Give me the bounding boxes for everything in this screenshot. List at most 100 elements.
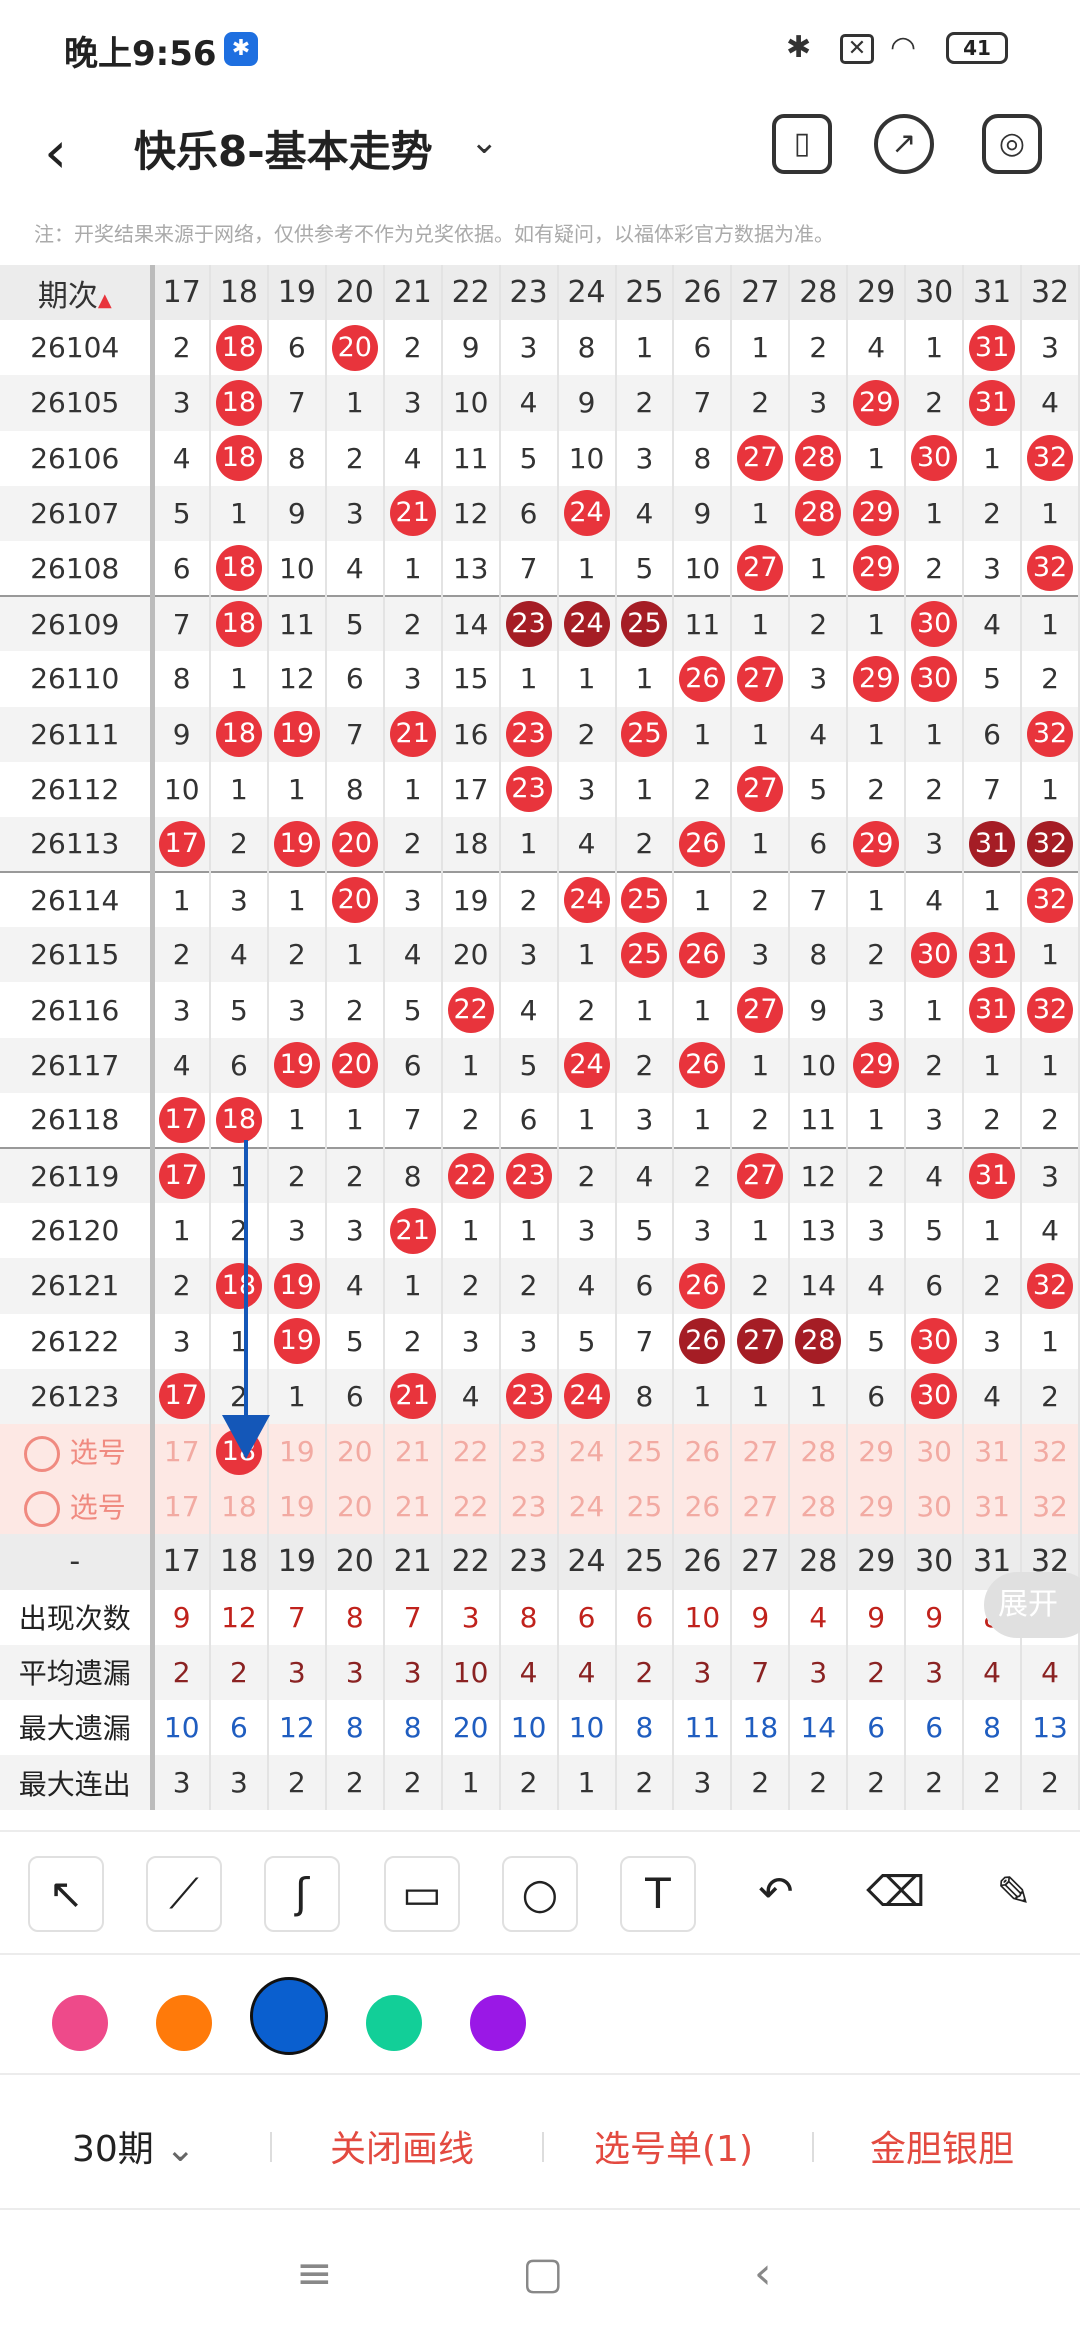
pick-cell[interactable]: 28	[789, 1479, 849, 1535]
stat-value: 6	[209, 1699, 269, 1756]
pick-label-cell[interactable]: 选号	[0, 1479, 155, 1535]
rect-tool-icon[interactable]: ▭	[384, 1856, 460, 1932]
hit-ball: 27	[737, 655, 784, 702]
pick-cell[interactable]: 29	[847, 1423, 907, 1480]
pick-cell[interactable]: 32	[1021, 1423, 1080, 1480]
radio-circle-icon[interactable]	[23, 1491, 60, 1528]
pick-cell[interactable]: 31	[963, 1423, 1023, 1480]
pick-cell[interactable]: 17	[152, 1479, 211, 1535]
cell-miss: 7	[963, 761, 1023, 817]
chevron-down-icon[interactable]: ⌄	[470, 122, 499, 162]
cell-miss: 3	[152, 375, 211, 431]
cell-miss: 1	[209, 485, 269, 541]
eraser-icon[interactable]: ⌫	[858, 1856, 934, 1932]
pick-cell[interactable]: 25	[615, 1479, 675, 1535]
page-title[interactable]: 快乐8-基本走势	[134, 118, 433, 179]
settings-icon[interactable]: ◎	[982, 114, 1042, 174]
pick-cell[interactable]: 21	[383, 1479, 443, 1535]
text-tool-icon[interactable]: T	[620, 1856, 696, 1932]
pick-cell[interactable]: 27	[731, 1479, 791, 1535]
issue-number: 26117	[0, 1037, 155, 1093]
pick-cell[interactable]: 25	[615, 1423, 675, 1480]
menu-icon[interactable]: ≡	[296, 2248, 333, 2299]
cell-miss: 2	[557, 982, 617, 1038]
cell-miss: 5	[905, 1203, 965, 1259]
period-select[interactable]: 30期 ⌄	[72, 2120, 195, 2172]
stat-value: 8	[963, 1699, 1023, 1756]
cell-hit: 18	[209, 375, 269, 431]
cell-miss: 1	[557, 927, 617, 983]
pick-cell[interactable]: 27	[731, 1423, 791, 1480]
issue-header[interactable]: 期次▲	[0, 265, 155, 321]
pick-label-cell[interactable]: 选号	[0, 1423, 155, 1480]
pick-cell[interactable]: 19	[267, 1479, 327, 1535]
color-swatch-selected[interactable]	[250, 1977, 328, 2055]
cell-hit: 29	[847, 375, 907, 431]
color-swatch[interactable]	[52, 1995, 108, 2051]
stat-value: 2	[789, 1755, 849, 1811]
pick-cell[interactable]: 19	[267, 1423, 327, 1480]
pick-cell[interactable]: 28	[789, 1423, 849, 1480]
close-draw-button[interactable]: 关闭画线	[330, 2120, 474, 2172]
undo-icon[interactable]: ↶	[738, 1856, 814, 1932]
pick-cell[interactable]: 22	[441, 1479, 501, 1535]
pick-cell[interactable]: 20	[325, 1423, 385, 1480]
cell-miss: 3	[267, 1203, 327, 1259]
pick-cell[interactable]: 18	[209, 1479, 269, 1535]
device-icon[interactable]: ▯	[772, 114, 832, 174]
pick-cell[interactable]: 17	[152, 1423, 211, 1480]
trend-table: 期次▲ 17 18 19 20 21 22 23 24 25 26 27 28 29 30 31 32 261…	[0, 265, 1080, 1811]
color-swatch[interactable]	[366, 1995, 422, 2051]
pick-cell[interactable]: 31	[963, 1479, 1023, 1535]
pick-list-button[interactable]: 选号单(1)	[594, 2120, 753, 2172]
cell-miss: 20	[441, 927, 501, 983]
cell-miss: 2	[1021, 1368, 1080, 1424]
cell-hit: 18	[209, 540, 269, 597]
pick-cell[interactable]: 23	[499, 1423, 559, 1480]
line-tool-icon[interactable]: ⟋	[146, 1856, 222, 1932]
cell-miss: 5	[383, 982, 443, 1038]
cell-hit: 17	[152, 1146, 211, 1204]
stat-value: 4	[1021, 1644, 1080, 1700]
back-icon[interactable]: ‹	[44, 118, 67, 186]
cell-hit: 31	[963, 982, 1023, 1038]
cell-miss: 2	[209, 816, 269, 873]
arrow-tool-icon[interactable]: ↖	[28, 1856, 104, 1932]
pick-cell[interactable]: 23	[499, 1479, 559, 1535]
stat-value: 2	[209, 1644, 269, 1700]
cell-miss: 13	[441, 540, 501, 597]
stat-value: 4	[963, 1644, 1023, 1700]
pick-cell[interactable]: 29	[847, 1479, 907, 1535]
pick-cell[interactable]: 22	[441, 1423, 501, 1480]
radio-circle-icon[interactable]	[23, 1436, 60, 1473]
cell-miss: 3	[499, 1313, 559, 1369]
home-icon[interactable]: ▢	[522, 2248, 564, 2299]
cell-hit: 25	[615, 706, 675, 762]
circle-tool-icon[interactable]: ○	[502, 1856, 578, 1932]
pick-cell[interactable]: 26	[673, 1479, 733, 1535]
pick-cell[interactable]: 30	[905, 1479, 965, 1535]
pick-cell[interactable]: 26	[673, 1423, 733, 1480]
system-nav-bar: ≡ ▢ ‹	[0, 2210, 1080, 2340]
clear-brush-icon[interactable]: ✎	[976, 1856, 1052, 1932]
cell-hit: 29	[847, 540, 907, 597]
back-nav-icon[interactable]: ‹	[754, 2248, 772, 2299]
expand-button[interactable]: 展开	[984, 1572, 1080, 1638]
gold-silver-button[interactable]: 金胆银胆	[870, 2120, 1014, 2172]
cell-miss: 1	[325, 927, 385, 983]
stat-value: 3	[152, 1755, 211, 1811]
pick-cell[interactable]: 20	[325, 1479, 385, 1535]
color-swatch[interactable]	[156, 1995, 212, 2051]
pick-cell[interactable]: 32	[1021, 1479, 1080, 1535]
pick-cell[interactable]: 24	[557, 1423, 617, 1480]
share-icon[interactable]: ↗	[874, 114, 934, 174]
curve-tool-icon[interactable]: ʃ	[264, 1856, 340, 1932]
cell-miss: 1	[615, 982, 675, 1038]
cell-miss: 1	[152, 871, 211, 928]
wifi-icon: ◠	[890, 30, 917, 65]
pick-cell[interactable]: 30	[905, 1423, 965, 1480]
color-swatch[interactable]	[470, 1995, 526, 2051]
cell-miss: 11	[267, 595, 327, 652]
pick-cell[interactable]: 24	[557, 1479, 617, 1535]
pick-cell[interactable]: 21	[383, 1423, 443, 1480]
